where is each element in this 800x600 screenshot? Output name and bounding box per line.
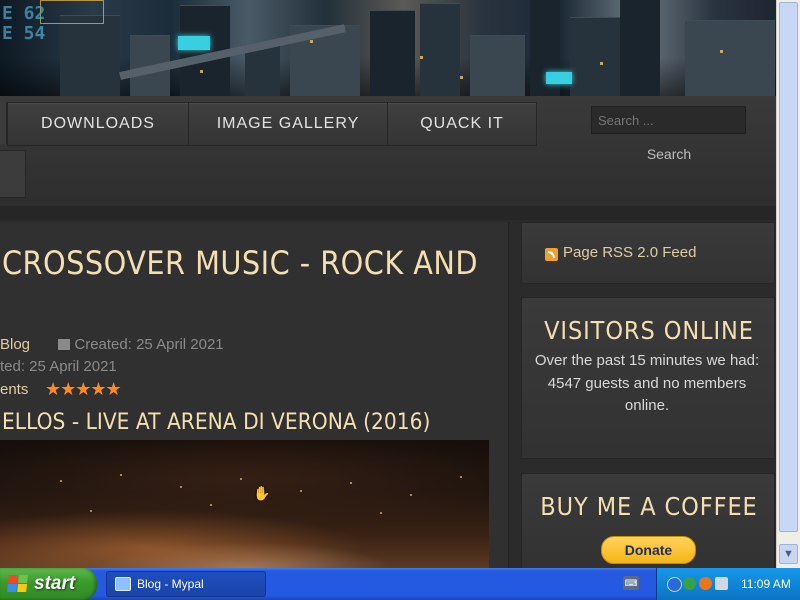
security-icon[interactable] bbox=[683, 577, 696, 590]
firefox-icon[interactable] bbox=[699, 577, 712, 590]
browser-window-icon bbox=[115, 577, 131, 591]
rss-icon bbox=[545, 248, 558, 261]
language-bar-icon[interactable]: ⌨ bbox=[623, 576, 639, 590]
article-category-link[interactable]: Blog bbox=[0, 336, 30, 353]
windows-logo-icon bbox=[7, 575, 29, 593]
visitors-online-panel: VISITORS ONLINE Over the past 15 minutes… bbox=[521, 297, 775, 459]
system-clock[interactable]: 11:09 AM bbox=[741, 577, 791, 591]
start-label: start bbox=[34, 573, 76, 594]
visitors-online-text: Over the past 15 minutes we had: 4547 gu… bbox=[534, 352, 760, 414]
nav-item-image-gallery[interactable]: IMAGE GALLERY bbox=[188, 102, 388, 146]
comments-link[interactable]: ents bbox=[0, 381, 28, 398]
mouse-cursor-icon: ✋ bbox=[253, 485, 271, 501]
calendar-icon bbox=[58, 339, 71, 350]
article-subtitle: ELLOS - LIVE AT ARENA DI VERONA (2016) bbox=[2, 410, 431, 435]
header-banner-image: E 62 E 54 bbox=[0, 0, 776, 96]
nav-item-partial-second-row[interactable] bbox=[0, 150, 26, 198]
article-created-date: Created: 25 April 2021 bbox=[74, 336, 224, 353]
buy-me-a-coffee-title: BUY ME A COFFEE bbox=[540, 492, 758, 521]
concert-video-thumbnail[interactable] bbox=[0, 440, 489, 568]
scroll-down-arrow-icon[interactable]: ▼ bbox=[779, 544, 798, 564]
rss-panel: Page RSS 2.0 Feed bbox=[521, 222, 775, 284]
nav-item-partial[interactable] bbox=[0, 102, 7, 144]
search-input[interactable] bbox=[591, 106, 746, 134]
article-panel: CROSSOVER MUSIC - ROCK AND Blog Created:… bbox=[0, 222, 509, 568]
header-divider bbox=[0, 206, 776, 220]
vertical-scrollbar[interactable]: ▼ bbox=[776, 0, 800, 568]
rating-stars[interactable]: ★★★★★ bbox=[45, 379, 122, 400]
article-updated-date: ted: 25 April 2021 bbox=[0, 358, 117, 375]
article-title[interactable]: CROSSOVER MUSIC - ROCK AND bbox=[2, 244, 478, 282]
taskbar-window-button[interactable]: Blog - Mypal bbox=[106, 571, 266, 597]
visitors-online-title: VISITORS ONLINE bbox=[544, 316, 754, 345]
nav-item-quack-it[interactable]: QUACK IT bbox=[387, 102, 537, 146]
article-meta-row: Blog Created: 25 April 2021 bbox=[0, 336, 224, 353]
start-button[interactable]: start bbox=[0, 568, 97, 600]
network-icon[interactable] bbox=[667, 577, 682, 592]
rss-feed-link[interactable]: Page RSS 2.0 Feed bbox=[563, 244, 696, 261]
taskbar-window-label: Blog - Mypal bbox=[137, 577, 204, 591]
buy-me-a-coffee-panel: BUY ME A COFFEE Donate bbox=[521, 473, 775, 568]
scrollbar-thumb[interactable] bbox=[779, 2, 798, 532]
donate-button[interactable]: Donate bbox=[601, 536, 696, 564]
windows-taskbar: start Blog - Mypal ⌨ 11:09 AM bbox=[0, 568, 800, 600]
nav-item-downloads[interactable]: DOWNLOADS bbox=[7, 102, 189, 146]
system-tray: 11:09 AM bbox=[656, 568, 800, 600]
volume-icon[interactable] bbox=[715, 577, 728, 590]
banner-hud-text: E 62 E 54 bbox=[2, 3, 46, 44]
search-button[interactable]: Search bbox=[636, 142, 702, 166]
